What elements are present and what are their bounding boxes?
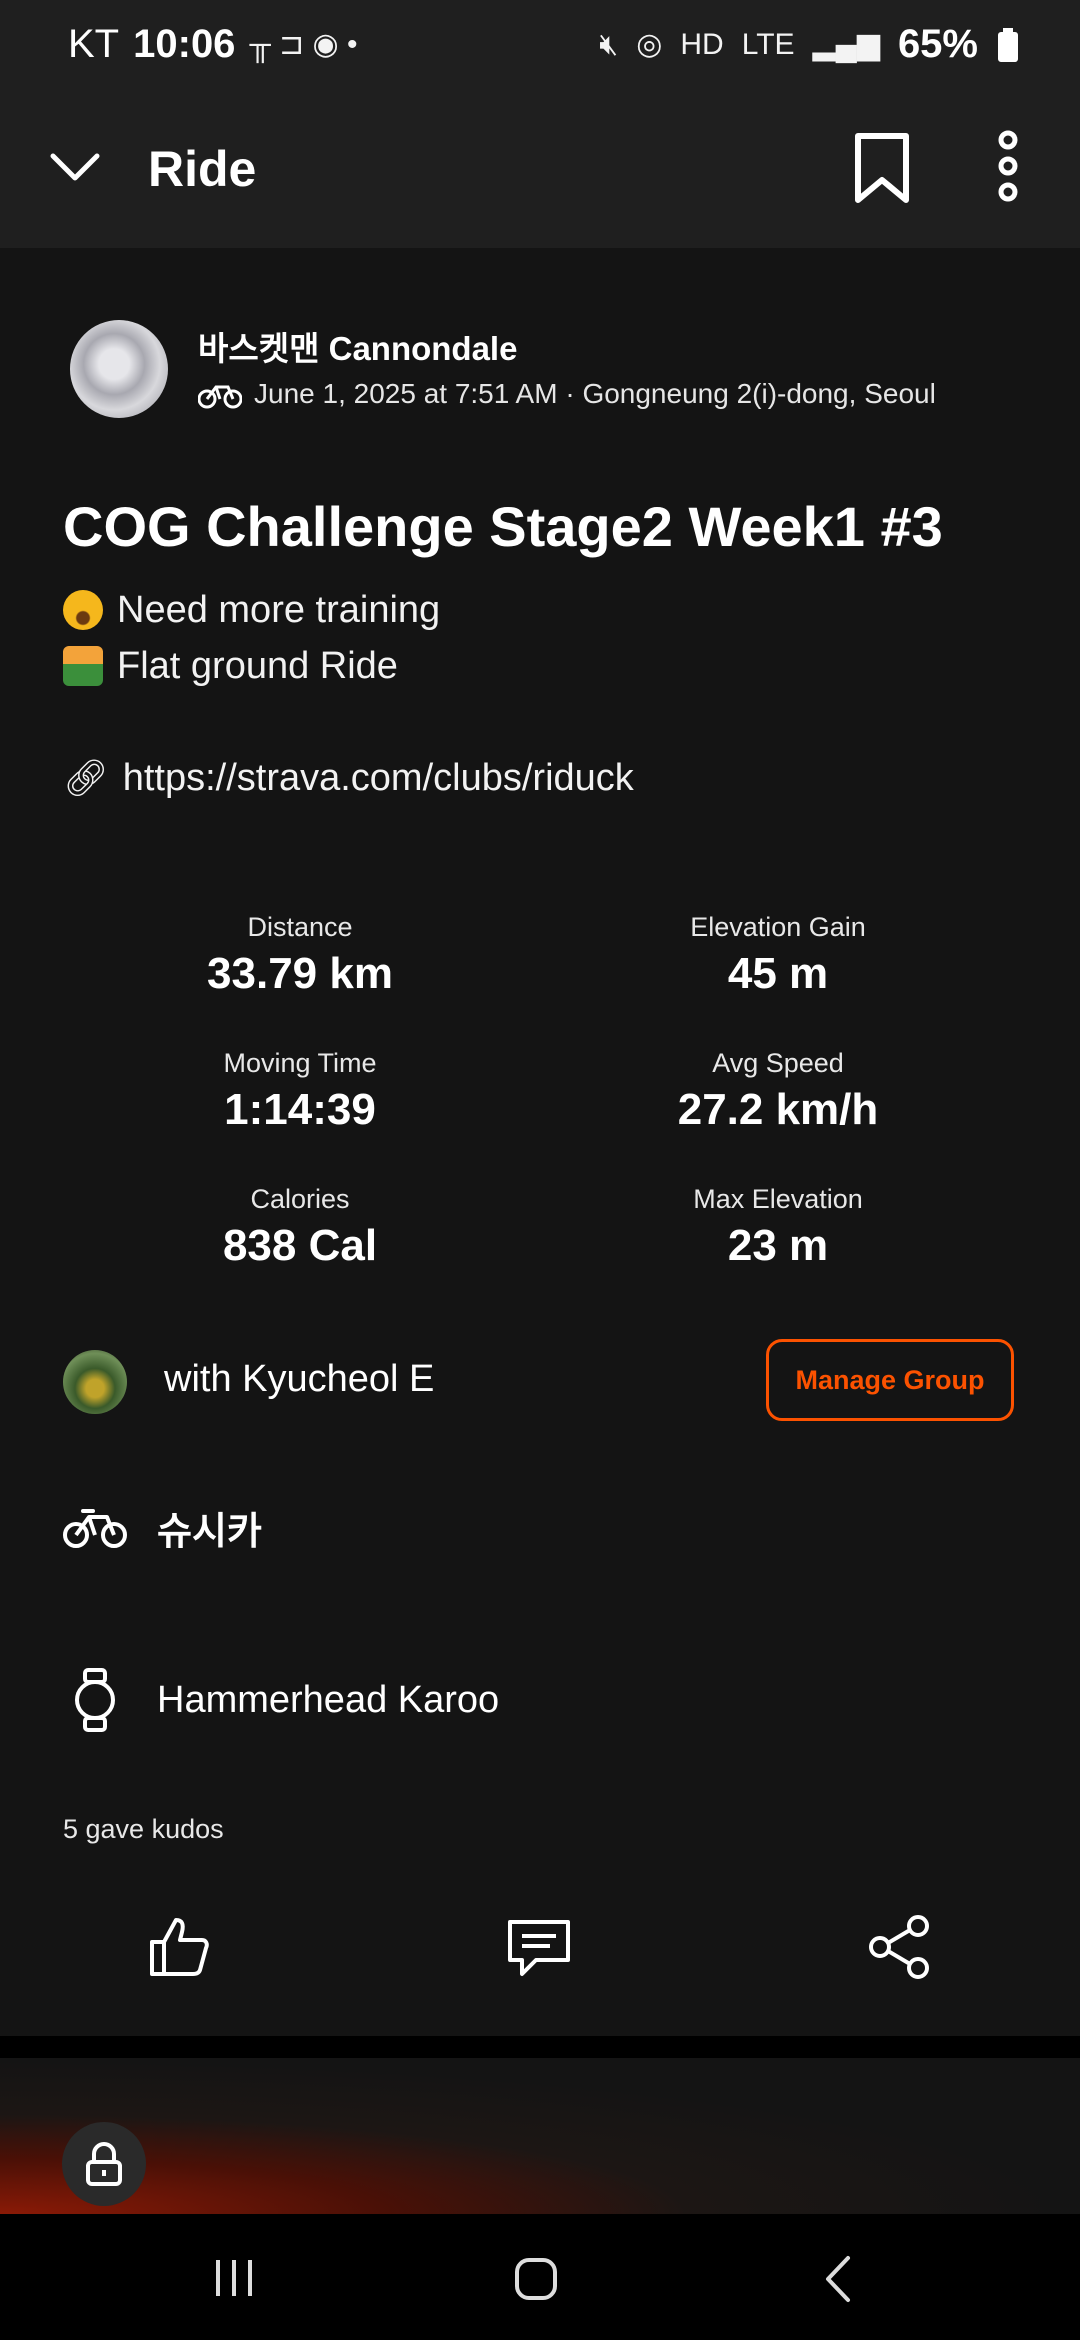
stat-value: 838 Cal [222,1221,378,1270]
cyclist-emoji-icon [63,646,103,686]
author-avatar[interactable] [70,320,168,418]
activity-link[interactable]: https://strava.com/clubs/riduck [123,750,634,806]
stat-value: 33.79 km [207,949,393,998]
stat-max-elevation: Max Elevation 23 m [598,1184,958,1271]
group-with-text[interactable]: with Kyucheol E [164,1358,434,1401]
stat-distance: Distance 33.79 km [120,912,480,999]
manage-group-button[interactable]: Manage Group [766,1339,1014,1421]
carrier-label: KT [68,22,120,66]
back-icon[interactable] [822,2254,852,2304]
battery-icon [998,27,1018,62]
stat-label: Elevation Gain [690,912,866,942]
lte-icon: LTE [741,27,795,61]
battery-percent: 65% [897,22,978,66]
lock-icon [86,2142,122,2186]
activity-date-location: June 1, 2025 at 7:51 AM · Gongneung 2(i)… [254,378,936,409]
watch-icon [75,1668,115,1732]
section-divider [0,2036,1080,2058]
stat-calories: Calories 838 Cal [120,1184,480,1271]
stat-moving-time: Moving Time 1:14:39 [120,1048,480,1135]
surprised-emoji-icon [63,590,103,630]
group-member-avatar[interactable] [63,1350,127,1414]
link-icon: 🔗︎ [63,757,109,798]
signal-icon: ▂▄▆ [812,28,880,61]
stat-value: 27.2 km/h [677,1085,879,1134]
share-icon[interactable] [864,1912,934,1982]
hd-icon: HD [680,27,724,61]
activity-map-preview[interactable] [0,2058,1080,2214]
bike-icon [198,385,242,409]
mute-icon: 🔇︎ [599,27,619,61]
stat-value: 45 m [727,949,829,998]
stat-label: Max Elevation [693,1184,863,1214]
stat-label: Calories [250,1184,350,1214]
description-line-1: Need more training [117,589,441,631]
page-title: Ride [148,141,257,197]
home-icon[interactable] [513,2256,559,2302]
chevron-down-icon[interactable] [48,140,102,194]
privacy-lock-button[interactable] [62,2122,146,2206]
stat-elevation-gain: Elevation Gain 45 m [598,912,958,999]
recent-apps-icon[interactable] [212,2256,256,2300]
bike-name: 슈시카 [157,1511,262,1553]
author-name[interactable]: 바스켓맨 Cannondale [198,322,517,370]
description-line-2: Flat ground Ride [117,645,398,687]
device-name: Hammerhead Karoo [157,1678,500,1721]
thumbs-up-icon[interactable] [144,1912,214,1982]
bookmark-icon[interactable] [850,132,914,204]
stat-label: Avg Speed [712,1048,844,1078]
kudos-count[interactable]: 5 gave kudos [63,1814,224,1845]
stat-value: 23 m [727,1221,829,1270]
activity-description: Need more training Flat ground Ride 🔗︎ h… [63,582,634,806]
gear-device-row[interactable]: Hammerhead Karoo [63,1668,499,1732]
more-options-icon[interactable] [990,130,1026,202]
stat-label: Distance [247,912,353,942]
comment-icon[interactable] [504,1912,574,1982]
status-bar-right: 🔇︎ ◎ HD LTE ▂▄▆ 65% [599,22,1020,67]
clock: 10:06 [133,22,236,66]
stat-value: 1:14:39 [224,1085,376,1134]
gear-bike-row[interactable]: 슈시카 [63,1500,262,1555]
stat-label: Moving Time [223,1048,377,1078]
activity-title: COG Challenge Stage2 Week1 #3 [63,495,943,558]
status-bar-left: KT 10:06 ╥ ⊐ ◉ • [68,22,358,67]
bike-icon [63,1508,127,1548]
activity-meta: June 1, 2025 at 7:51 AM · Gongneung 2(i)… [198,378,936,410]
notification-icons: ╥ ⊐ ◉ • [249,28,358,61]
hotspot-icon: ◎ [636,28,663,61]
stat-avg-speed: Avg Speed 27.2 km/h [598,1048,958,1135]
